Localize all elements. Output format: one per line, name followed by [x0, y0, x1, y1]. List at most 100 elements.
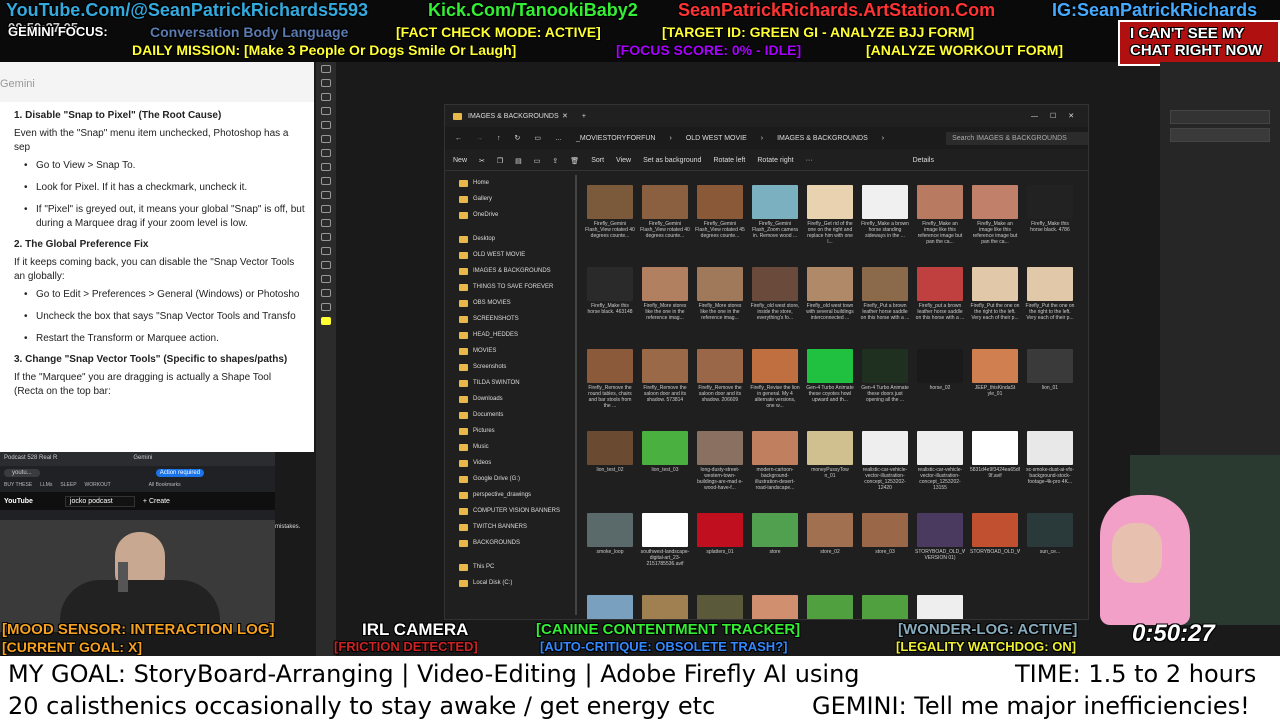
- file-item[interactable]: store_03: [860, 513, 910, 591]
- pc-icon[interactable]: ▭: [534, 134, 541, 142]
- explorer-tab-title[interactable]: IMAGES & BACKGROUNDS: [468, 113, 560, 120]
- file-item[interactable]: Firefly_Gemini Flash_View rotated 45 deg…: [695, 185, 745, 263]
- refresh-icon[interactable]: ↻: [515, 134, 521, 142]
- rename-icon[interactable]: ▭: [534, 157, 541, 165]
- nav-item[interactable]: Videos: [445, 455, 573, 471]
- file-item[interactable]: tank_02: [695, 595, 745, 619]
- file-item[interactable]: 5831d4e9f3424ea65d6f887f9d46f5 9f.avif: [970, 431, 1020, 509]
- file-item[interactable]: Firefly_Put the one on the right to the …: [970, 267, 1020, 345]
- nav-item[interactable]: COMPUTER VISION BANNERS: [445, 503, 573, 519]
- file-item[interactable]: sun_ce...: [1025, 513, 1075, 591]
- file-item[interactable]: turtle_02: [860, 595, 910, 619]
- file-item[interactable]: turtle_01: [805, 595, 855, 619]
- file-item[interactable]: JEEP_thisKindaSt yle_01: [970, 349, 1020, 427]
- file-item[interactable]: Gen-4 Turbo Animate these doors just ope…: [860, 349, 910, 427]
- sort-button[interactable]: Sort: [591, 157, 604, 164]
- copy-icon[interactable]: ❐: [497, 157, 503, 165]
- explorer-search-input[interactable]: Search IMAGES & BACKGROUNDS: [946, 131, 1088, 145]
- rotate-left-button[interactable]: Rotate left: [713, 157, 745, 164]
- file-item[interactable]: Gen-4 Turbo Animate these coyotes howl u…: [805, 349, 855, 427]
- file-item[interactable]: realistic-car-vehicle-vector-illustratio…: [915, 431, 965, 509]
- nav-item[interactable]: Music: [445, 439, 573, 455]
- nav-item[interactable]: This PC: [445, 559, 573, 575]
- bookmark-sleep[interactable]: SLEEP: [60, 482, 76, 490]
- file-item[interactable]: desert-wm-m: [970, 595, 1020, 619]
- file-item[interactable]: Firefly_Make this horse black. 463148: [585, 267, 635, 345]
- view-button[interactable]: View: [616, 157, 631, 164]
- nav-item[interactable]: MOVIES: [445, 343, 573, 359]
- file-item[interactable]: Firefly_put a brown leather horse saddle…: [915, 267, 965, 345]
- new-button[interactable]: New: [453, 157, 467, 164]
- file-item[interactable]: realistic-car-vehicle-vector-illustratio…: [860, 431, 910, 509]
- minimize-icon[interactable]: —: [1031, 113, 1038, 120]
- file-item[interactable]: moneyPussyTow n_01: [805, 431, 855, 509]
- nav-item[interactable]: Gallery: [445, 191, 573, 207]
- file-item[interactable]: sc-smoke-dust-ai-vfx-background-stock-fo…: [1025, 431, 1075, 509]
- file-item[interactable]: tilda: [750, 595, 800, 619]
- youtube-search-input[interactable]: jocko podcast: [64, 495, 135, 507]
- file-item[interactable]: horse_02: [915, 349, 965, 427]
- nav-item[interactable]: Local Disk (C:): [445, 575, 573, 591]
- file-item[interactable]: Firefly_Gemini Flash_View rotated 40 deg…: [585, 185, 635, 263]
- breadcrumb-0[interactable]: _MOVIESTORYFORFUN: [576, 135, 655, 142]
- file-item[interactable]: Firefly_Make a brown horse standing side…: [860, 185, 910, 263]
- nav-item[interactable]: Home: [445, 175, 573, 191]
- nav-item[interactable]: OLD WEST MOVIE: [445, 247, 573, 263]
- up-arrow-icon[interactable]: ↑: [497, 135, 501, 142]
- nav-item[interactable]: Google Drive (G:): [445, 471, 573, 487]
- youtube-create-button[interactable]: + Create: [143, 498, 170, 505]
- file-item[interactable]: desert-landscape: [915, 595, 965, 619]
- cut-icon[interactable]: ✂: [479, 157, 485, 165]
- file-item[interactable]: Firefly_old west store, inside the store…: [750, 267, 800, 345]
- file-item[interactable]: Firefly_Put the one on the right to the …: [1025, 267, 1075, 345]
- nav-item[interactable]: OneDrive: [445, 207, 573, 223]
- file-item[interactable]: modern-cartoon-background-illustration-d…: [750, 431, 800, 509]
- nav-item[interactable]: THINGS TO SAVE FOREVER: [445, 279, 573, 295]
- nav-item[interactable]: BACKGROUNDS: [445, 535, 573, 551]
- breadcrumb-2[interactable]: IMAGES & BACKGROUNDS: [777, 135, 868, 142]
- file-item[interactable]: long-dusty-street-western-town-buildings…: [695, 431, 745, 509]
- nav-item[interactable]: HEAD_HEDDES: [445, 327, 573, 343]
- file-item[interactable]: Firefly_Make this horse black. 4786: [1025, 185, 1075, 263]
- paste-icon[interactable]: ▤: [515, 157, 522, 165]
- action-required-button[interactable]: Action required: [155, 469, 205, 477]
- bookmark-llms[interactable]: LLMs: [40, 482, 52, 490]
- file-item[interactable]: Firefly_Get rid of the one on the right …: [805, 185, 855, 263]
- forward-arrow-icon[interactable]: →: [476, 135, 483, 142]
- youtube-logo[interactable]: YouTube: [4, 498, 33, 505]
- share-icon[interactable]: ⇪: [552, 157, 558, 165]
- new-tab-icon[interactable]: +: [582, 113, 586, 120]
- breadcrumb-1[interactable]: OLD WEST MOVIE: [686, 135, 747, 142]
- file-item[interactable]: store_02: [805, 513, 855, 591]
- file-item[interactable]: Firefly_Revise the lion in general. My 4…: [750, 349, 800, 427]
- file-item[interactable]: splatters_01: [695, 513, 745, 591]
- rotate-right-button[interactable]: Rotate right: [757, 157, 793, 164]
- nav-item[interactable]: Downloads: [445, 391, 573, 407]
- file-item[interactable]: store: [750, 513, 800, 591]
- file-item[interactable]: street_b...: [640, 595, 690, 619]
- details-button[interactable]: Details: [913, 157, 934, 164]
- file-item[interactable]: Firefly_Remove the round tables, chairs …: [585, 349, 635, 427]
- file-item[interactable]: Firefly_old west town with several build…: [805, 267, 855, 345]
- maximize-icon[interactable]: ☐: [1050, 112, 1056, 120]
- nav-item[interactable]: TILDA SWINTON: [445, 375, 573, 391]
- bookmark-buy[interactable]: BUY THESE: [4, 482, 32, 490]
- file-item[interactable]: street_a...: [585, 595, 635, 619]
- tab-gemini[interactable]: Gemini: [133, 455, 152, 463]
- bookmark-workout[interactable]: WORKOUT: [85, 482, 111, 490]
- file-item[interactable]: whip: [1025, 595, 1075, 619]
- set-background-button[interactable]: Set as background: [643, 157, 701, 164]
- delete-icon[interactable]: 🗑: [570, 157, 579, 165]
- address-bar[interactable]: youtu...: [4, 469, 40, 477]
- file-item[interactable]: Firefly_Gemini Flash_View rotated 40 deg…: [640, 185, 690, 263]
- nav-item[interactable]: Screenshots: [445, 359, 573, 375]
- nav-item[interactable]: TWITCH BANNERS: [445, 519, 573, 535]
- nav-item[interactable]: perspective_drawings: [445, 487, 573, 503]
- nav-splitter[interactable]: [575, 175, 577, 615]
- back-arrow-icon[interactable]: ←: [455, 135, 462, 142]
- breadcrumb-more-icon[interactable]: …: [555, 135, 562, 142]
- file-item[interactable]: Firefly_Make an image like this referenc…: [970, 185, 1020, 263]
- nav-item[interactable]: Documents: [445, 407, 573, 423]
- nav-item[interactable]: OBS MOVIES: [445, 295, 573, 311]
- tab-close-icon[interactable]: ✕: [562, 112, 568, 120]
